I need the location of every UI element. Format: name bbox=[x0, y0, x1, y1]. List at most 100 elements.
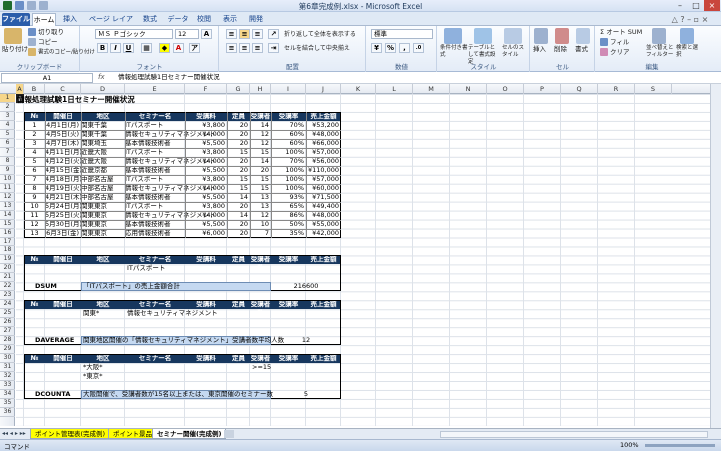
underline-button[interactable]: U bbox=[123, 43, 134, 53]
delete-cells-icon[interactable] bbox=[555, 28, 569, 44]
align-left-icon[interactable]: ≡ bbox=[226, 43, 237, 53]
copy-button[interactable]: コピー bbox=[28, 38, 58, 47]
insert-cells-icon[interactable] bbox=[534, 28, 548, 44]
find-select-icon[interactable] bbox=[680, 28, 694, 44]
fill-color-icon[interactable]: ◆ bbox=[159, 43, 170, 53]
sheet-tab-point-manage[interactable]: ポイント管理表(完成例) bbox=[30, 429, 111, 439]
sheet-nav-icon[interactable]: ◂◂ ◂ ▸ ▸▸ bbox=[2, 429, 26, 439]
number-format-select[interactable]: 標準 bbox=[371, 29, 433, 39]
column-header-o[interactable]: O bbox=[487, 84, 524, 94]
horizontal-scrollbar[interactable] bbox=[440, 431, 708, 438]
sheet-tab-point-prize[interactable]: ポイント景品 bbox=[108, 429, 157, 439]
tab-page-layout[interactable]: ページ レイアウト bbox=[86, 13, 136, 36]
maximize-button[interactable]: □ bbox=[688, 0, 704, 11]
column-header-j[interactable]: J bbox=[306, 84, 341, 94]
row-header-14[interactable]: 14 bbox=[0, 211, 15, 220]
merge-center-button[interactable]: セルを結合して中央揃え bbox=[284, 44, 350, 53]
row-header-27[interactable]: 27 bbox=[0, 327, 15, 337]
font-size-select[interactable]: 12 bbox=[175, 29, 199, 39]
insert-cells-button[interactable]: 挿入 bbox=[533, 45, 546, 54]
close-button[interactable]: × bbox=[704, 0, 720, 11]
row-header-33[interactable]: 33 bbox=[0, 381, 15, 390]
row-header-26[interactable]: 26 bbox=[0, 318, 15, 328]
column-header-h[interactable]: H bbox=[250, 84, 271, 94]
row-header-6[interactable]: 6 bbox=[0, 139, 15, 148]
row-header-25[interactable]: 25 bbox=[0, 309, 15, 319]
align-top-icon[interactable]: ≡ bbox=[226, 29, 237, 39]
indent-icon[interactable]: ⇥ bbox=[268, 43, 279, 53]
row-header-11[interactable]: 11 bbox=[0, 184, 15, 193]
comma-icon[interactable]: , bbox=[399, 43, 410, 53]
row-header-5[interactable]: 5 bbox=[0, 130, 15, 139]
row-header-9[interactable]: 9 bbox=[0, 166, 15, 175]
column-header-e[interactable]: E bbox=[125, 84, 185, 94]
row-header-31[interactable]: 31 bbox=[0, 363, 15, 373]
formula-input[interactable]: 情報処理試験1日セミナー開催状況 bbox=[118, 73, 220, 82]
new-sheet-icon[interactable] bbox=[224, 430, 234, 438]
column-header-p[interactable]: P bbox=[524, 84, 561, 94]
row-header-24[interactable]: 24 bbox=[0, 300, 15, 310]
column-header-g[interactable]: G bbox=[227, 84, 250, 94]
tab-review[interactable]: 校閲 bbox=[194, 13, 214, 26]
format-table-icon[interactable] bbox=[474, 28, 492, 44]
column-header-c[interactable]: C bbox=[45, 84, 81, 94]
column-header-q[interactable]: Q bbox=[561, 84, 598, 94]
clear-button[interactable]: クリア bbox=[600, 48, 630, 57]
row-header-19[interactable]: 19 bbox=[0, 255, 15, 265]
sort-filter-icon[interactable] bbox=[652, 28, 666, 44]
font-color-icon[interactable]: A bbox=[173, 43, 184, 53]
column-header-k[interactable]: K bbox=[341, 84, 376, 94]
italic-button[interactable]: I bbox=[110, 43, 121, 53]
font-name-select[interactable]: ＭＳ Ｐゴシック bbox=[95, 29, 173, 39]
row-header-29[interactable]: 29 bbox=[0, 345, 15, 355]
find-select-button[interactable]: 検索と選択 bbox=[676, 45, 702, 59]
wrap-text-button[interactable]: 折り返して全体を表示する bbox=[284, 30, 356, 39]
row-header-35[interactable]: 35 bbox=[0, 399, 15, 408]
tab-formulas[interactable]: 数式 bbox=[140, 13, 160, 26]
column-header-l[interactable]: L bbox=[376, 84, 413, 94]
row-header-12[interactable]: 12 bbox=[0, 193, 15, 202]
row-header-32[interactable]: 32 bbox=[0, 372, 15, 382]
cell-styles-button[interactable]: セルのスタイル bbox=[502, 45, 528, 59]
help-icon[interactable]: △ ? – ▫ × bbox=[664, 13, 716, 26]
column-header-d[interactable]: D bbox=[81, 84, 125, 94]
zoom-level[interactable]: 100% bbox=[620, 441, 639, 449]
align-right-icon[interactable]: ≡ bbox=[252, 43, 263, 53]
row-header-30[interactable]: 30 bbox=[0, 354, 15, 364]
minimize-button[interactable]: – bbox=[672, 0, 688, 11]
cut-button[interactable]: 切り取り bbox=[28, 28, 64, 37]
row-header-36[interactable]: 36 bbox=[0, 408, 15, 417]
row-header-23[interactable]: 23 bbox=[0, 291, 15, 301]
row-header-28[interactable]: 28 bbox=[0, 336, 15, 346]
column-header-a[interactable]: A bbox=[16, 84, 24, 94]
row-header-16[interactable]: 16 bbox=[0, 229, 15, 238]
column-header-r[interactable]: R bbox=[598, 84, 635, 94]
bold-button[interactable]: B bbox=[97, 43, 108, 53]
autosum-button[interactable]: Σ オート SUM bbox=[600, 28, 642, 37]
row-header-8[interactable]: 8 bbox=[0, 157, 15, 166]
row-header-18[interactable]: 18 bbox=[0, 246, 15, 256]
row-header-3[interactable]: 3 bbox=[0, 112, 15, 121]
tab-insert[interactable]: 挿入 bbox=[60, 13, 80, 26]
conditional-format-button[interactable]: 条件付き書式 bbox=[440, 45, 468, 59]
sheet-tab-seminar[interactable]: セミナー開催(完成例) bbox=[152, 429, 227, 439]
sort-filter-button[interactable]: 並べ替えとフィルター bbox=[646, 45, 674, 59]
row-header-34[interactable]: 34 bbox=[0, 390, 15, 399]
currency-icon[interactable]: ¥ bbox=[371, 43, 382, 53]
row-header-4[interactable]: 4 bbox=[0, 121, 15, 130]
cell-styles-icon[interactable] bbox=[504, 28, 522, 44]
orientation-icon[interactable]: ↗ bbox=[268, 29, 279, 39]
row-header-22[interactable]: 22 bbox=[0, 282, 15, 292]
align-center-icon[interactable]: ≡ bbox=[239, 43, 250, 53]
row-header-7[interactable]: 7 bbox=[0, 148, 15, 157]
format-cells-icon[interactable] bbox=[576, 28, 590, 44]
column-header-b[interactable]: B bbox=[24, 84, 45, 94]
vertical-scrollbar[interactable] bbox=[710, 84, 721, 428]
fill-button[interactable]: フィル bbox=[600, 38, 629, 47]
row-header-10[interactable]: 10 bbox=[0, 175, 15, 184]
tab-view[interactable]: 表示 bbox=[220, 13, 240, 26]
tab-home[interactable]: ホーム bbox=[32, 13, 56, 26]
increase-decimal-icon[interactable]: .0 bbox=[413, 43, 424, 53]
zoom-slider[interactable] bbox=[645, 444, 715, 447]
column-header-n[interactable]: N bbox=[450, 84, 487, 94]
